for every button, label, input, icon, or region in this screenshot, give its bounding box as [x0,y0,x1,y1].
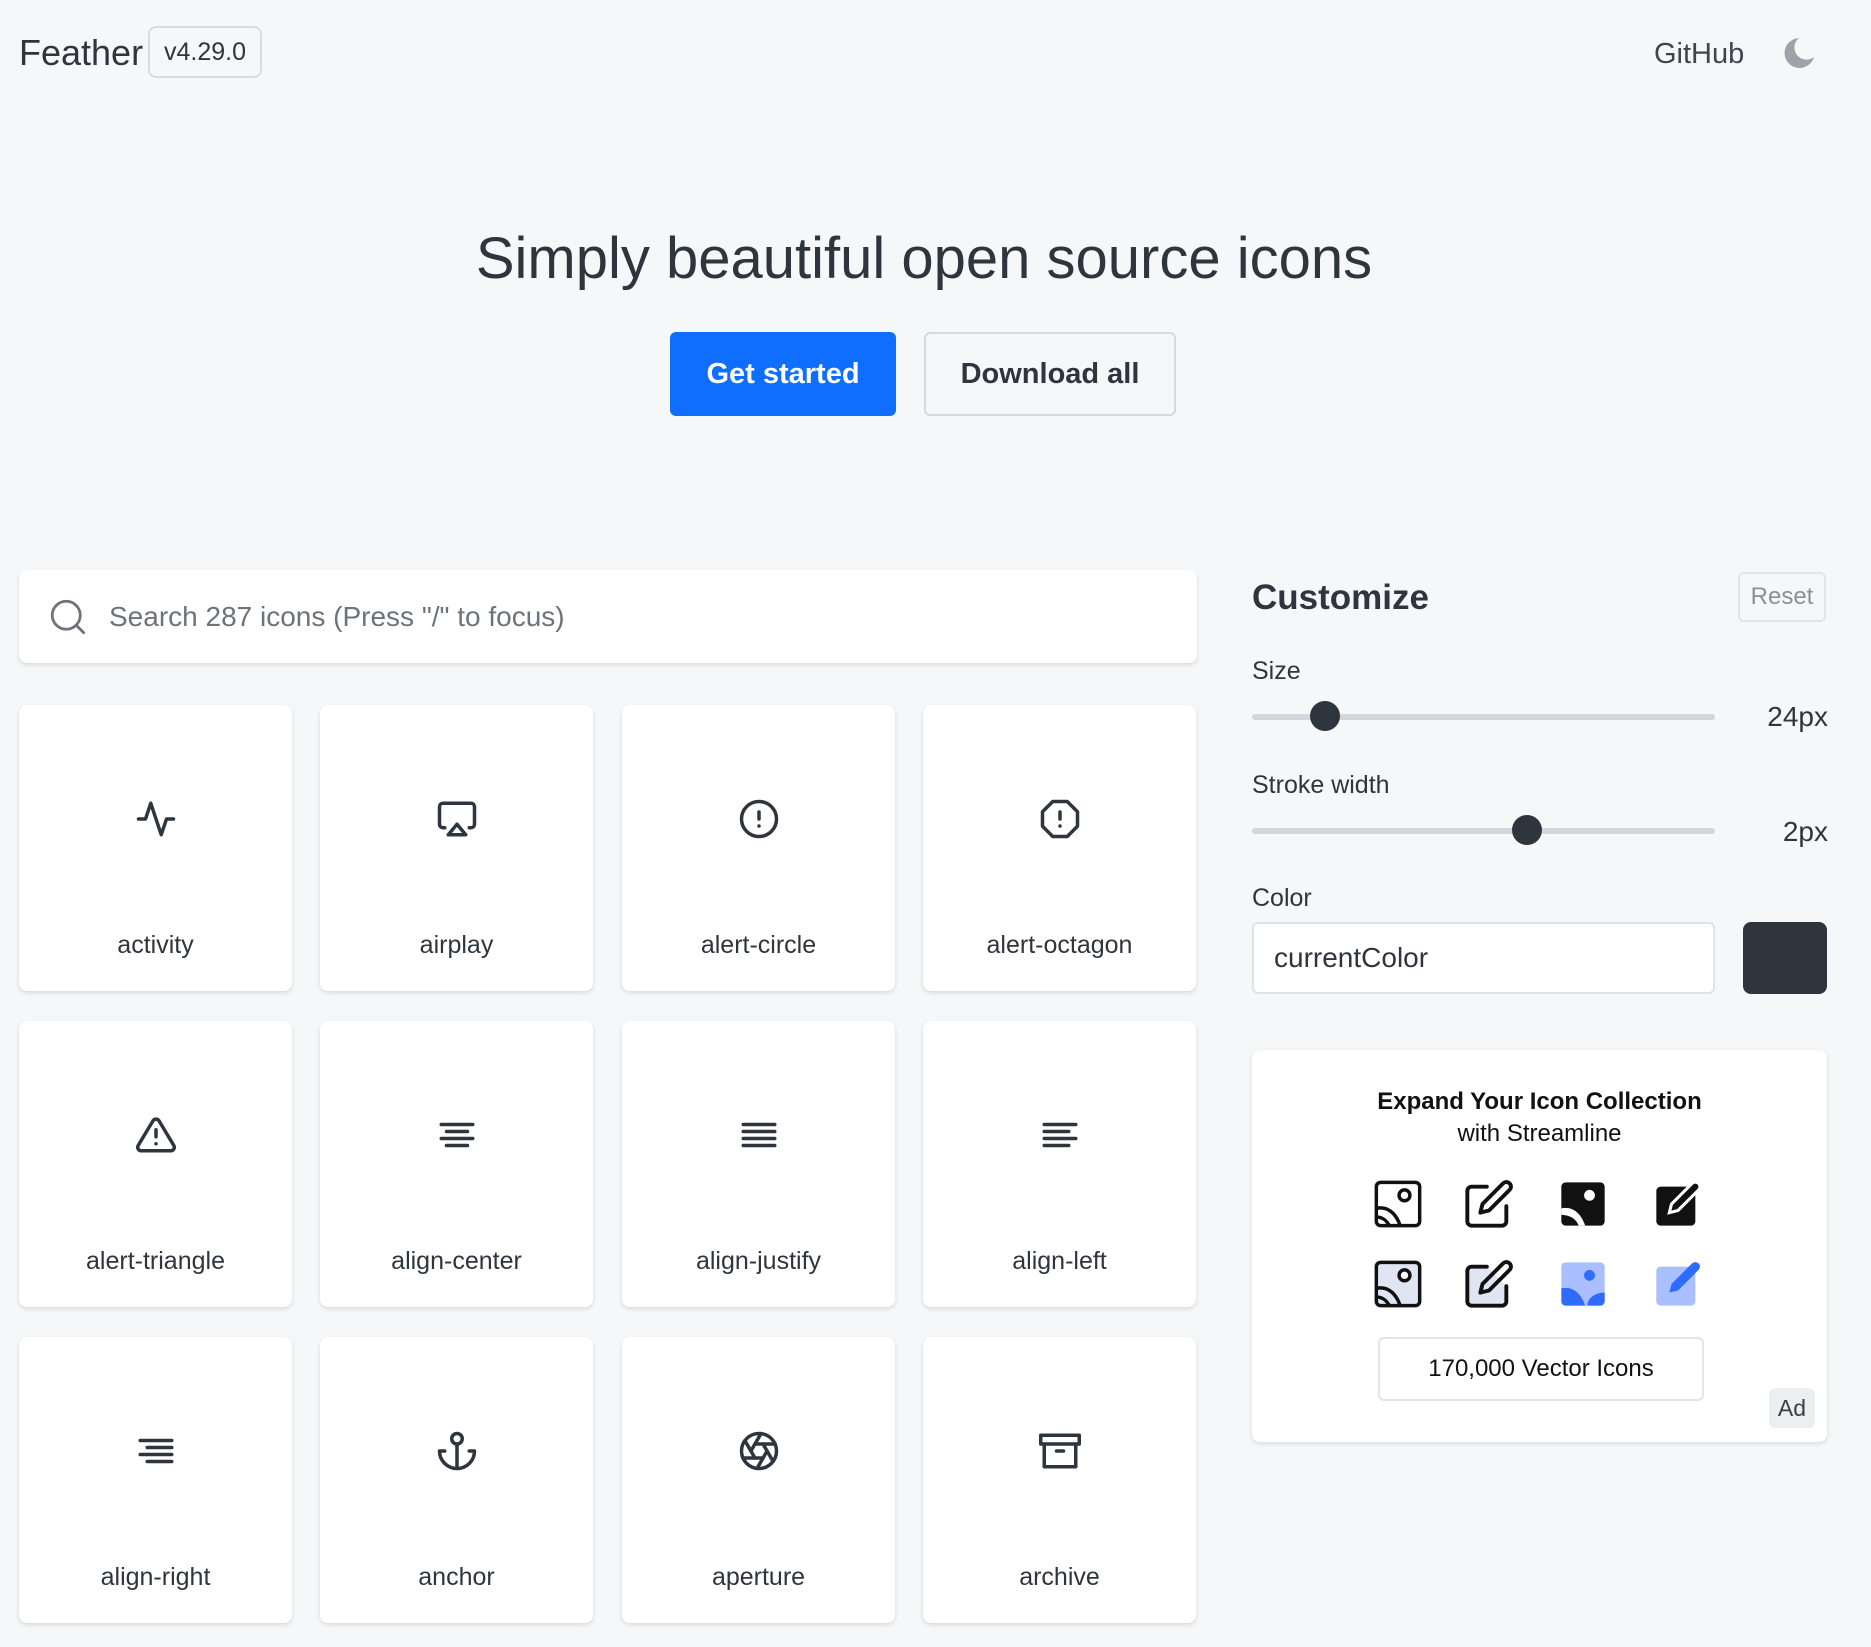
search-bar [19,570,1197,663]
icon-card-label: align-center [391,1247,522,1275]
slider-thumb[interactable] [1310,701,1340,731]
aperture-icon [739,1431,779,1471]
color-swatch-button[interactable] [1743,922,1827,994]
align-left-icon [1042,1122,1078,1148]
brand-logo[interactable]: Feather [19,32,143,74]
align-right-icon [138,1438,174,1464]
size-label: Size [1252,657,1301,685]
size-value: 24px [1767,701,1828,732]
icon-card-alert-circle[interactable]: alert-circle [622,705,895,991]
slider-track [1252,828,1715,834]
color-label: Color [1252,884,1312,912]
github-link[interactable]: GitHub [1654,38,1744,71]
icon-card-align-right[interactable]: align-right [19,1337,292,1623]
icon-card-label: archive [1019,1563,1100,1591]
stroke-width-value: 2px [1782,816,1828,847]
stroke-width-slider[interactable] [1252,815,1715,845]
ad-badge: Ad [1769,1388,1815,1428]
edit-duotone-icon [1465,1260,1513,1308]
archive-icon [1039,1433,1081,1469]
icon-card-label: alert-circle [700,931,817,959]
search-input[interactable] [109,570,1179,663]
icon-card-airplay[interactable]: airplay [320,705,593,991]
search-icon [50,599,86,635]
icon-card-label: align-right [100,1563,211,1591]
version-badge: v4.29.0 [148,26,263,78]
edit-blue-icon [1656,1262,1700,1306]
stroke-width-label: Stroke width [1252,771,1390,799]
icon-card-label: align-justify [695,1247,822,1275]
ad-icon-grid [1372,1178,1712,1328]
moon-icon [1784,38,1814,68]
download-all-button[interactable]: Download all [924,332,1176,416]
image-outline-icon [1374,1180,1422,1228]
hero-title: Simply beautiful open source icons [475,226,1373,291]
icon-card-alert-octagon[interactable]: alert-octagon [923,705,1196,991]
icon-card-aperture[interactable]: aperture [622,1337,895,1623]
size-slider[interactable] [1252,701,1715,731]
ad-cta-button[interactable]: 170,000 Vector Icons [1378,1337,1704,1401]
ad-title: Expand Your Icon Collection [1377,1088,1702,1115]
top-navbar: Feather v4.29.0 GitHub [0,0,1871,110]
image-blue-icon [1561,1262,1605,1306]
icon-card-label: align-left [1012,1247,1107,1275]
activity-icon [136,801,176,837]
anchor-icon [437,1431,477,1471]
slider-thumb[interactable] [1512,815,1542,845]
image-duotone-icon [1374,1260,1422,1308]
icon-card-alert-triangle[interactable]: alert-triangle [19,1021,292,1307]
icon-card-label: alert-triangle [86,1247,225,1275]
icon-card-label: activity [117,931,194,959]
alert-circle-icon [739,799,779,839]
streamline-ad[interactable]: Expand Your Icon Collection with Streaml… [1252,1050,1827,1442]
get-started-button[interactable]: Get started [670,332,896,416]
icon-card-align-left[interactable]: align-left [923,1021,1196,1307]
image-solid-icon [1561,1182,1605,1226]
reset-button[interactable]: Reset [1738,572,1826,622]
airplay-icon [437,801,477,837]
color-input[interactable] [1252,922,1715,994]
theme-toggle-button[interactable] [1778,30,1822,74]
alert-octagon-icon [1040,799,1080,839]
icon-card-label: aperture [711,1563,806,1591]
edit-solid-icon [1656,1180,1702,1226]
icon-card-align-center[interactable]: align-center [320,1021,593,1307]
icon-card-label: airplay [419,931,494,959]
alert-triangle-icon [135,1117,177,1153]
customize-title: Customize [1252,578,1429,617]
align-center-icon [439,1122,475,1148]
icon-card-archive[interactable]: archive [923,1337,1196,1623]
icon-card-activity[interactable]: activity [19,705,292,991]
icon-card-align-justify[interactable]: align-justify [622,1021,895,1307]
icon-card-label: anchor [418,1563,495,1591]
ad-subtitle: with Streamline [1457,1120,1622,1147]
icon-card-label: alert-octagon [986,931,1133,959]
edit-outline-icon [1465,1180,1513,1228]
align-justify-icon [741,1122,777,1148]
icon-card-anchor[interactable]: anchor [320,1337,593,1623]
